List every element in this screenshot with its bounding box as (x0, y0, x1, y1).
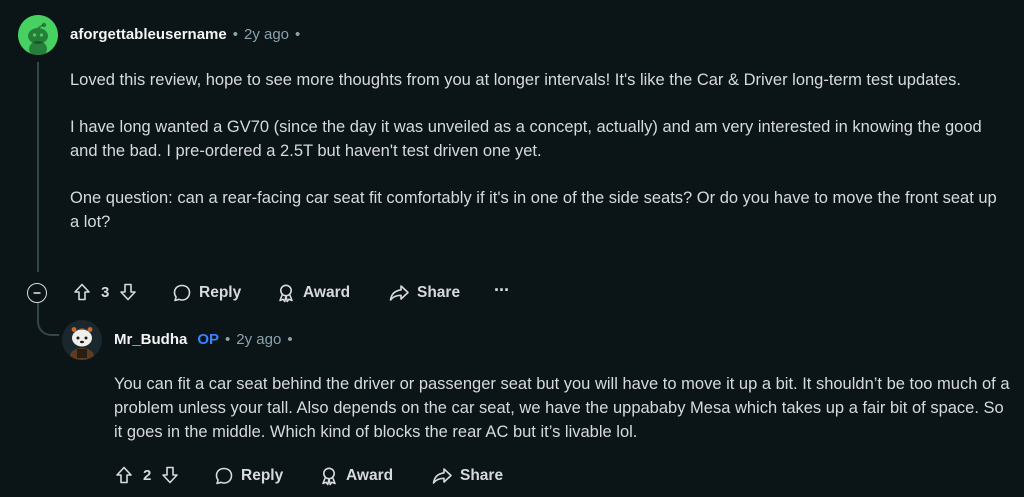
comment-paragraph: You can fit a car seat behind the driver… (114, 375, 1010, 441)
share-button[interactable]: Share (431, 466, 503, 486)
username[interactable]: aforgettableusername (70, 26, 227, 43)
arrow-down-icon[interactable] (118, 282, 138, 302)
share-label: Share (460, 467, 504, 484)
share-arrow-icon (389, 285, 409, 301)
timestamp[interactable]: 2y ago (236, 331, 281, 348)
arrow-up-icon[interactable] (114, 465, 134, 485)
speech-bubble-icon (215, 467, 233, 485)
share-label: Share (417, 284, 461, 301)
user-avatar[interactable] (18, 15, 58, 55)
user-avatar[interactable] (62, 320, 102, 360)
share-arrow-icon (432, 468, 452, 484)
comment-body: Loved this review, hope to see more thou… (70, 68, 1010, 234)
username[interactable]: Mr_Budha (114, 331, 187, 348)
more-options-icon: ··· (494, 280, 510, 300)
thread-elbow (37, 302, 59, 336)
vote-group: 2 (114, 465, 180, 485)
comment-paragraph: One question: can a rear-facing car seat… (70, 189, 997, 231)
minus-circle-icon (33, 292, 41, 294)
share-button[interactable]: Share (388, 283, 460, 303)
reply-label: Reply (199, 284, 242, 301)
comment-body: You can fit a car seat behind the driver… (114, 372, 1014, 444)
comment-paragraph: I have long wanted a GV70 (since the day… (70, 118, 982, 160)
reply-label: Reply (241, 467, 284, 484)
separator: • (232, 26, 238, 43)
separator: • (295, 26, 301, 43)
snoo-icon (18, 15, 58, 55)
separator: • (287, 331, 293, 348)
snoo-custom-icon (62, 320, 102, 360)
arrow-up-icon[interactable] (72, 282, 92, 302)
vote-count: 2 (143, 466, 152, 484)
collapse-button[interactable] (27, 283, 47, 303)
award-ribbon-icon (322, 467, 336, 486)
award-button[interactable]: Award (319, 466, 393, 486)
comment-paragraph: Loved this review, hope to see more thou… (70, 71, 961, 89)
comment-header: Mr_Budha OP • 2y ago • (114, 331, 293, 348)
reply-button[interactable]: Reply (172, 283, 241, 303)
award-label: Award (346, 467, 394, 484)
more-options-button[interactable]: ··· (494, 280, 510, 301)
vote-group: 3 (72, 282, 138, 302)
award-ribbon-icon (279, 284, 293, 303)
vote-count: 3 (101, 283, 110, 301)
arrow-down-icon[interactable] (160, 465, 180, 485)
reply-button[interactable]: Reply (214, 466, 283, 486)
speech-bubble-icon (173, 284, 191, 302)
award-button[interactable]: Award (276, 283, 350, 303)
thread-line (37, 62, 39, 272)
op-badge: OP (197, 331, 220, 348)
timestamp[interactable]: 2y ago (244, 26, 289, 43)
award-label: Award (303, 284, 351, 301)
comment-header: aforgettableusername • 2y ago • (70, 26, 300, 43)
separator: • (225, 331, 231, 348)
